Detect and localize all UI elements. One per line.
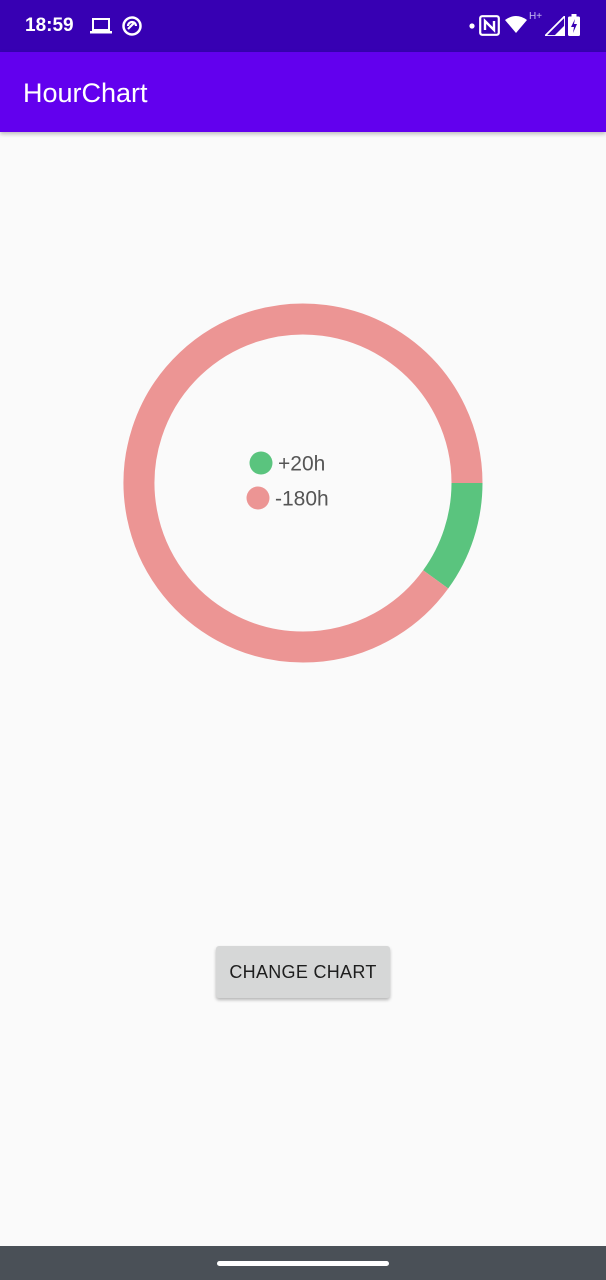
nfc-icon bbox=[479, 15, 500, 36]
battery-charging-icon bbox=[568, 14, 580, 36]
donut-chart: +20h -180h bbox=[123, 303, 483, 663]
laptop-icon bbox=[90, 18, 112, 34]
status-bar: 18:59 H+ bbox=[0, 0, 606, 52]
legend-label-0: +20h bbox=[278, 453, 325, 476]
signal-icon bbox=[545, 16, 565, 36]
legend-dot-0 bbox=[249, 451, 273, 475]
donut-slice-0 bbox=[422, 482, 483, 589]
legend-dot-1 bbox=[246, 486, 270, 510]
hour-chart: +20h -180h bbox=[0, 132, 606, 832]
status-time: 18:59 bbox=[25, 15, 74, 36]
home-gesture-handle[interactable] bbox=[217, 1261, 389, 1266]
navigation-bar bbox=[0, 1246, 606, 1280]
sync-icon bbox=[122, 16, 142, 36]
wifi-icon bbox=[505, 16, 527, 33]
app-title: HourChart bbox=[23, 78, 148, 108]
network-type-label: H+ bbox=[529, 11, 543, 22]
donut-slice-1 bbox=[123, 303, 483, 663]
app-bar: HourChart bbox=[0, 52, 606, 132]
change-chart-button[interactable]: CHANGE CHART bbox=[216, 946, 390, 998]
legend-label-1: -180h bbox=[275, 488, 329, 511]
notification-dot-icon bbox=[469, 23, 475, 29]
